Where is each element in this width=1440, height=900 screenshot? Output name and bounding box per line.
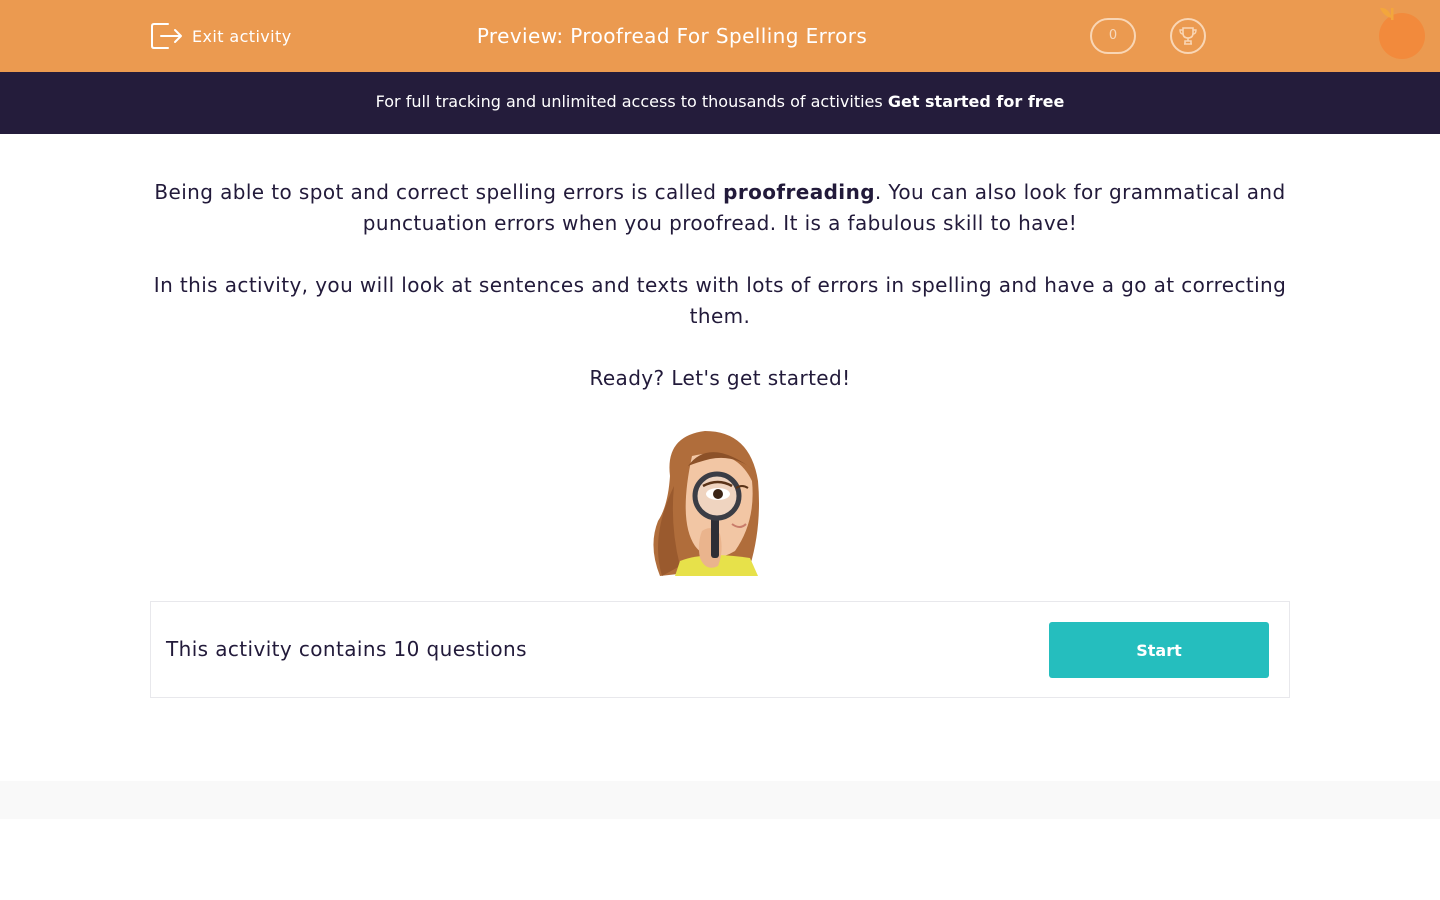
score-counter: 0	[1090, 18, 1136, 54]
question-count-text: This activity contains 10 questions	[166, 637, 527, 661]
intro-paragraph-3: Ready? Let's get started!	[589, 366, 851, 390]
exit-icon	[151, 23, 182, 49]
banner-text: For full tracking and unlimited access t…	[375, 92, 888, 111]
intro-p1-before: Being able to spot and correct spelling …	[154, 180, 724, 204]
trophy-icon	[1179, 27, 1197, 45]
intro-paragraph-1: Being able to spot and correct spelling …	[150, 177, 1290, 239]
get-started-link[interactable]: Get started for free	[888, 92, 1065, 111]
trophy-button[interactable]	[1170, 18, 1206, 54]
orange-logo	[1379, 7, 1425, 59]
activity-summary-box: This activity contains 10 questions Star…	[150, 601, 1290, 698]
exit-activity-label: Exit activity	[192, 26, 292, 46]
activity-intro: Being able to spot and correct spelling …	[150, 177, 1290, 425]
intro-paragraph-2: In this activity, you will look at sente…	[153, 273, 1287, 328]
start-button[interactable]: Start	[1049, 622, 1269, 678]
signup-banner: For full tracking and unlimited access t…	[0, 72, 1440, 134]
exit-activity-button[interactable]: Exit activity	[150, 20, 292, 52]
intro-p1-bold: proofreading	[723, 180, 875, 204]
footer-strip	[0, 781, 1440, 819]
top-bar: Preview: Proofread For Spelling Errors E…	[0, 0, 1440, 72]
girl-magnifying-glass-image	[653, 431, 759, 576]
